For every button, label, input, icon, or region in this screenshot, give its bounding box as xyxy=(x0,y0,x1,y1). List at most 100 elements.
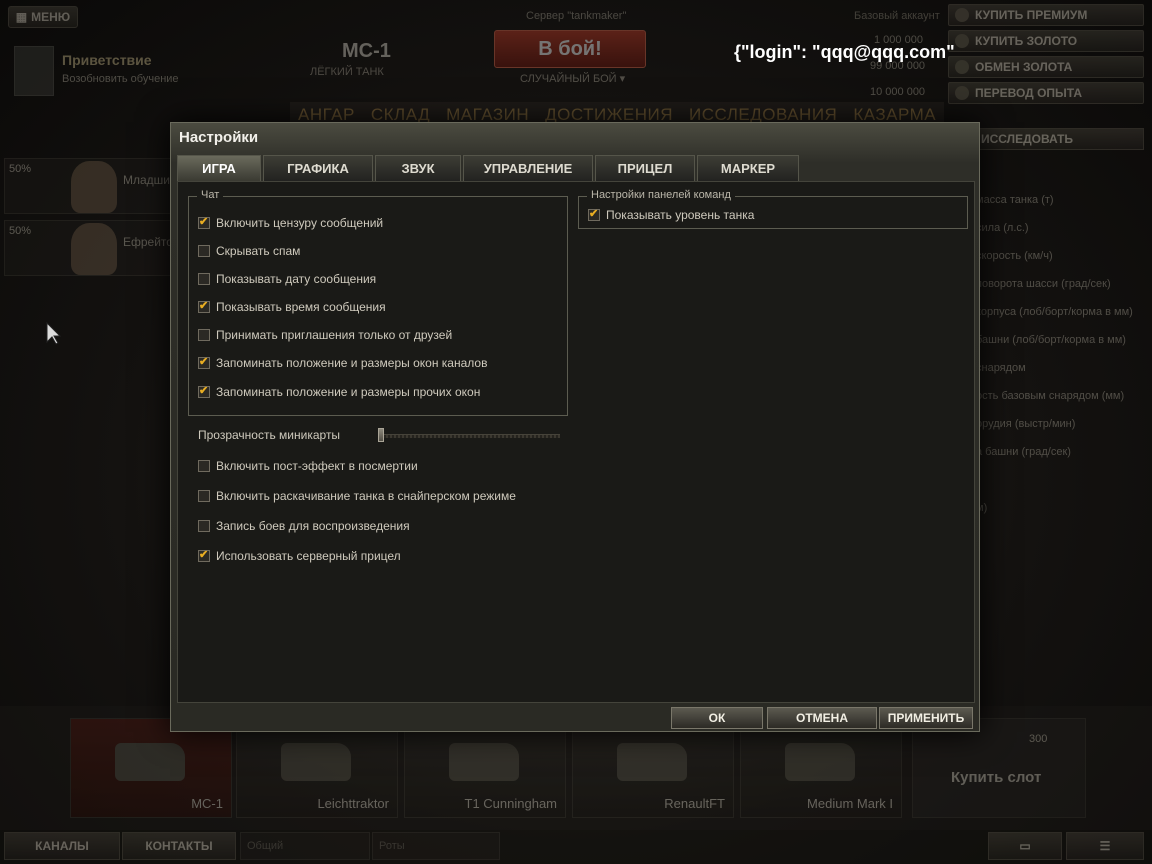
server-name: Сервер "tankmaker" xyxy=(526,10,627,22)
cancel-button[interactable]: ОТМЕНА xyxy=(767,707,877,729)
buy-slot-button[interactable]: 300 Купить слот xyxy=(912,718,1086,818)
tank-slot-name: Leichttraktor xyxy=(317,796,389,811)
checkbox[interactable] xyxy=(198,299,210,313)
tank-slot[interactable]: RenaultFT xyxy=(572,718,734,818)
param-row: башни (лоб/борт/корма в мм) xyxy=(976,334,1126,346)
login-overlay-text: {"login": "qqq@qqq.com" xyxy=(734,42,955,62)
checkbox[interactable] xyxy=(198,355,210,369)
param-row: корпуса (лоб/борт/корма в мм) xyxy=(976,306,1133,318)
tank-slot[interactable]: Leichttraktor xyxy=(236,718,398,818)
param-row: сила (л.с.) xyxy=(976,222,1029,234)
checkbox[interactable] xyxy=(198,460,210,472)
tank-slot-name: RenaultFT xyxy=(664,796,725,811)
battle-button[interactable]: В бой! xyxy=(494,30,646,68)
menu-icon: ▦ xyxy=(15,10,28,24)
crew-member[interactable]: 50% Ефрейтор xyxy=(4,220,180,276)
team-panel-legend: Настройки панелей команд xyxy=(587,189,735,201)
slider-thumb[interactable] xyxy=(378,428,384,442)
chat-option[interactable]: Запоминать положение и размеры окон кана… xyxy=(198,354,487,372)
team-panel-option-label: Показывать уровень танка xyxy=(606,208,755,222)
exchange-gold-label: Обмен золота xyxy=(975,60,1073,74)
buy-gold-label: Купить золото xyxy=(975,34,1078,48)
game-option[interactable]: Использовать серверный прицел xyxy=(198,547,401,565)
menu-button[interactable]: ▦ МЕНЮ xyxy=(8,6,78,28)
checkbox[interactable] xyxy=(588,207,600,221)
tank-icon xyxy=(617,743,687,781)
tank-slot-name: T1 Cunningham xyxy=(464,796,558,811)
tank-slot[interactable]: МС-1 xyxy=(70,718,232,818)
tank-slot[interactable]: T1 Cunningham xyxy=(404,718,566,818)
tank-icon xyxy=(115,743,185,781)
list-icon[interactable]: ☰ xyxy=(1066,832,1144,860)
checkbox[interactable] xyxy=(198,548,210,562)
ok-button[interactable]: ОК xyxy=(671,707,763,729)
apply-button[interactable]: ПРИМЕНИТЬ xyxy=(879,707,973,729)
chat-option[interactable]: Скрывать спам xyxy=(198,242,300,260)
tab-sight[interactable]: Прицел xyxy=(595,155,695,181)
checkbox[interactable] xyxy=(198,384,210,398)
checkbox[interactable] xyxy=(198,245,210,257)
garage-header: ▦ МЕНЮ Сервер "tankmaker" Приветствие Во… xyxy=(0,0,1152,128)
channels-button[interactable]: КАНАЛЫ xyxy=(4,832,120,860)
tank-slot-name: МС-1 xyxy=(191,796,223,811)
checkbox[interactable] xyxy=(198,490,210,502)
chat-option-label: Скрывать спам xyxy=(216,244,301,258)
param-row: орудия (выстр/мин) xyxy=(976,418,1076,430)
slot-price: 300 xyxy=(1029,733,1048,745)
crew-member[interactable]: 50% Младший xyxy=(4,158,177,214)
buy-premium-label: Купить премиум xyxy=(975,8,1088,22)
chat-group-legend: Чат xyxy=(197,189,224,201)
param-row: а башни (град/сек) xyxy=(976,446,1071,458)
param-row: скорость (км/ч) xyxy=(976,250,1053,262)
tutorial-icon[interactable] xyxy=(14,46,54,96)
mouse-cursor-icon xyxy=(46,322,62,345)
buy-premium-button[interactable]: Купить премиум xyxy=(948,4,1144,26)
tab-marker[interactable]: Маркер xyxy=(697,155,799,181)
battle-mode-select[interactable]: СЛУЧАЙНЫЙ БОЙ ▾ xyxy=(520,72,625,85)
chat-option-label: Показывать время сообщения xyxy=(216,300,386,314)
tank-slot-name: Medium Mark I xyxy=(807,796,893,811)
settings-tabs: Игра Графика Звук Управление Прицел Марк… xyxy=(177,155,799,181)
account-type: Базовый аккаунт xyxy=(854,10,940,22)
chat-option-label: Показывать дату сообщения xyxy=(216,272,377,286)
tank-slot[interactable]: Medium Mark I xyxy=(740,718,902,818)
exchange-gold-button[interactable]: Обмен золота xyxy=(948,56,1144,78)
contacts-button[interactable]: КОНТАКТЫ xyxy=(122,832,236,860)
chat-icon[interactable]: ▭ xyxy=(988,832,1062,860)
chat-option[interactable]: Запоминать положение и размеры прочих ок… xyxy=(198,383,480,401)
chat-option-label: Запоминать положение и размеры окон кана… xyxy=(216,356,488,370)
checkbox[interactable] xyxy=(198,273,210,285)
checkbox[interactable] xyxy=(198,215,210,229)
premium-star-icon xyxy=(955,8,969,22)
exchange-icon xyxy=(955,60,969,74)
research-button[interactable]: ИССЛЕДОВАТЬ xyxy=(974,128,1144,150)
param-row: снарядом xyxy=(976,362,1026,374)
chat-option[interactable]: Показывать дату сообщения xyxy=(198,270,376,288)
greeting-title[interactable]: Приветствие xyxy=(62,52,152,68)
game-option[interactable]: Включить пост-эффект в посмертии xyxy=(198,457,418,475)
crew-portrait xyxy=(71,223,117,275)
buy-gold-button[interactable]: Купить золото xyxy=(948,30,1144,52)
game-option[interactable]: Включить раскачивание танка в снайперско… xyxy=(198,487,516,505)
crew-portrait xyxy=(71,161,117,213)
transfer-xp-button[interactable]: Перевод опыта xyxy=(948,82,1144,104)
minimap-transparency-slider[interactable] xyxy=(378,434,560,438)
chat-option[interactable]: Показывать время сообщения xyxy=(198,298,386,316)
chat-option[interactable]: Включить цензуру сообщений xyxy=(198,214,383,232)
checkbox[interactable] xyxy=(198,329,210,341)
resume-training-link[interactable]: Возобновить обучение xyxy=(62,73,179,85)
tab-graphics[interactable]: Графика xyxy=(263,155,373,181)
common-channel-tab[interactable]: Общий xyxy=(240,832,370,860)
menu-button-label: МЕНЮ xyxy=(31,10,71,24)
tab-sound[interactable]: Звук xyxy=(375,155,461,181)
checkbox[interactable] xyxy=(198,520,210,532)
companies-channel-tab[interactable]: Роты xyxy=(372,832,500,860)
tab-game[interactable]: Игра xyxy=(177,155,261,181)
param-row: поворота шасси (град/сек) xyxy=(976,278,1111,290)
team-panel-option[interactable]: Показывать уровень танка xyxy=(588,206,754,224)
chat-option[interactable]: Принимать приглашения только от друзей xyxy=(198,326,452,344)
tab-controls[interactable]: Управление xyxy=(463,155,593,181)
game-option[interactable]: Запись боев для воспроизведения xyxy=(198,517,410,535)
tank-icon xyxy=(449,743,519,781)
chat-option-label: Принимать приглашения только от друзей xyxy=(216,328,453,342)
